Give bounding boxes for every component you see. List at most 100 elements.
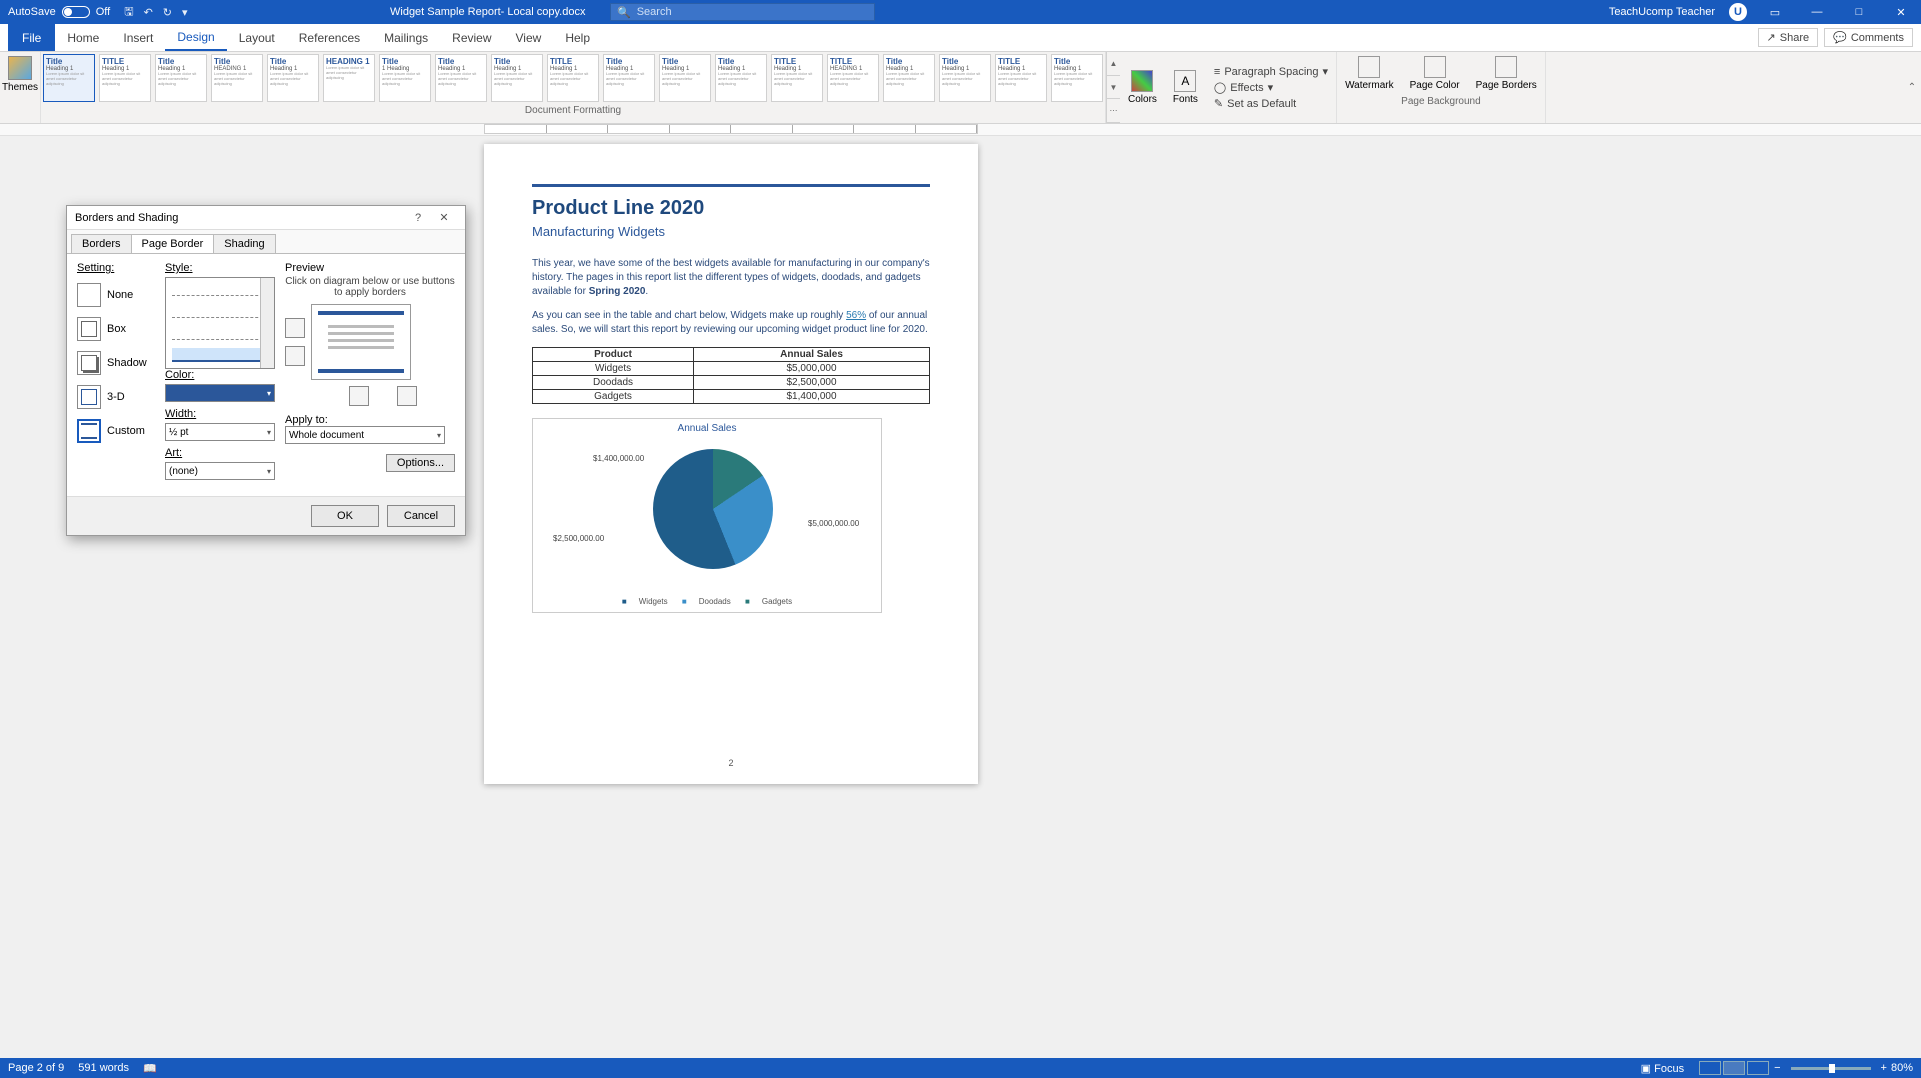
user-name[interactable]: TeachUcomp Teacher	[1609, 6, 1715, 18]
zoom-in-icon[interactable]: +	[1881, 1062, 1887, 1074]
scrollbar[interactable]	[260, 278, 274, 368]
focus-mode-button[interactable]: ▣ Focus	[1641, 1062, 1684, 1075]
style-thumb[interactable]: Title1 HeadingLorem ipsum dolor sit amet…	[379, 54, 431, 102]
style-thumb[interactable]: TITLEHeading 1Lorem ipsum dolor sit amet…	[995, 54, 1047, 102]
style-thumb[interactable]: TITLEHeading 1Lorem ipsum dolor sit amet…	[99, 54, 151, 102]
ok-button[interactable]: OK	[311, 505, 379, 527]
comments-button[interactable]: 💬Comments	[1824, 28, 1913, 47]
maximize-icon[interactable]: □	[1845, 6, 1873, 18]
paragraph-spacing-button[interactable]: ≡Paragraph Spacing▾	[1214, 65, 1328, 78]
tab-layout[interactable]: Layout	[227, 24, 287, 51]
tab-design[interactable]: Design	[165, 24, 226, 51]
ruler[interactable]	[0, 124, 1921, 136]
read-mode-icon[interactable]	[1699, 1061, 1721, 1075]
document-page[interactable]: Product Line 2020 Manufacturing Widgets …	[484, 144, 978, 784]
redo-icon[interactable]: ↻	[163, 6, 172, 19]
zoom-level[interactable]: 80%	[1891, 1062, 1913, 1074]
setting-3d[interactable]: 3-D	[77, 380, 155, 414]
tab-mailings[interactable]: Mailings	[372, 24, 440, 51]
watermark-button[interactable]: Watermark	[1337, 52, 1402, 95]
applyto-dropdown[interactable]: Whole document▾	[285, 426, 445, 444]
width-dropdown[interactable]: ½ pt▾	[165, 423, 275, 441]
page-borders-button[interactable]: Page Borders	[1468, 52, 1545, 95]
preview-diagram[interactable]	[311, 304, 411, 380]
style-thumb[interactable]: TitleHeading 1Lorem ipsum dolor sit amet…	[939, 54, 991, 102]
style-thumb[interactable]: TitleHeading 1Lorem ipsum dolor sit amet…	[491, 54, 543, 102]
style-thumb[interactable]: TitleHeading 1Lorem ipsum dolor sit amet…	[1051, 54, 1103, 102]
set-default-button[interactable]: ✎Set as Default	[1214, 97, 1328, 110]
save-icon[interactable]: 🖫	[124, 3, 133, 22]
page-indicator[interactable]: Page 2 of 9	[8, 1062, 64, 1074]
page-color-button[interactable]: Page Color	[1402, 52, 1468, 95]
minimize-icon[interactable]: —	[1803, 6, 1831, 18]
qat-customize-icon[interactable]: ▾	[182, 6, 188, 19]
tab-insert[interactable]: Insert	[111, 24, 165, 51]
word-count[interactable]: 591 words	[78, 1062, 129, 1074]
help-icon[interactable]: ?	[405, 212, 431, 224]
themes-button[interactable]: Themes	[0, 52, 40, 97]
gallery-up-icon[interactable]: ▲	[1107, 52, 1120, 76]
style-thumb[interactable]: TitleHeading 1Lorem ipsum dolor sit amet…	[603, 54, 655, 102]
setting-custom[interactable]: Custom	[77, 414, 155, 448]
close-icon[interactable]: ✕	[431, 211, 457, 224]
share-button[interactable]: ↗Share	[1758, 28, 1819, 47]
undo-icon[interactable]: ↶	[144, 6, 153, 19]
autosave-toggle[interactable]: AutoSave Off	[8, 6, 110, 18]
fonts-button[interactable]: AFonts	[1165, 52, 1206, 123]
print-layout-icon[interactable]	[1723, 1061, 1745, 1075]
style-thumb[interactable]: HEADING 1Lorem ipsum dolor sit amet cons…	[323, 54, 375, 102]
setting-shadow[interactable]: Shadow	[77, 346, 155, 380]
dialog-tab-page-border[interactable]: Page Border	[131, 234, 215, 253]
tab-references[interactable]: References	[287, 24, 372, 51]
close-icon[interactable]: ✕	[1887, 6, 1915, 19]
user-avatar-icon[interactable]: U	[1729, 3, 1747, 21]
border-top-button[interactable]	[285, 318, 305, 338]
spellcheck-icon[interactable]: 📖	[143, 1062, 157, 1075]
tab-home[interactable]: Home	[55, 24, 111, 51]
style-thumb[interactable]: TitleHEADING 1Lorem ipsum dolor sit amet…	[211, 54, 263, 102]
options-button[interactable]: Options...	[386, 454, 455, 472]
style-thumb[interactable]: TITLEHeading 1Lorem ipsum dolor sit amet…	[771, 54, 823, 102]
style-listbox[interactable]	[165, 277, 275, 369]
style-thumb[interactable]: TITLEHeading 1Lorem ipsum dolor sit amet…	[547, 54, 599, 102]
table-header: Annual Sales	[694, 348, 930, 362]
gallery-scroll[interactable]: ▲ ▼ ⋯	[1106, 52, 1120, 123]
dialog-tab-borders[interactable]: Borders	[71, 234, 132, 253]
style-thumb[interactable]: TitleHeading 1Lorem ipsum dolor sit amet…	[659, 54, 711, 102]
effects-button[interactable]: ◯Effects▾	[1214, 81, 1328, 94]
style-gallery[interactable]: TitleHeading 1Lorem ipsum dolor sit amet…	[41, 52, 1105, 104]
setting-box[interactable]: Box	[77, 312, 155, 346]
zoom-slider[interactable]	[1791, 1067, 1871, 1070]
border-right-button[interactable]	[397, 386, 417, 406]
page-color-icon	[1424, 56, 1446, 78]
style-thumb[interactable]: TitleHeading 1Lorem ipsum dolor sit amet…	[155, 54, 207, 102]
style-thumb[interactable]: TitleHeading 1Lorem ipsum dolor sit amet…	[267, 54, 319, 102]
tab-help[interactable]: Help	[553, 24, 602, 51]
tab-view[interactable]: View	[504, 24, 554, 51]
style-thumb[interactable]: TitleHeading 1Lorem ipsum dolor sit amet…	[883, 54, 935, 102]
colors-button[interactable]: Colors	[1120, 52, 1165, 123]
setting-none[interactable]: None	[77, 278, 155, 312]
cancel-button[interactable]: Cancel	[387, 505, 455, 527]
gallery-down-icon[interactable]: ▼	[1107, 76, 1120, 100]
style-thumb[interactable]: TitleHeading 1Lorem ipsum dolor sit amet…	[435, 54, 487, 102]
search-input[interactable]: 🔍 Search	[610, 3, 875, 21]
border-bottom-button[interactable]	[285, 346, 305, 366]
zoom-out-icon[interactable]: −	[1774, 1062, 1780, 1074]
ribbon-display-icon[interactable]: ▭	[1761, 6, 1789, 19]
hyperlink[interactable]: 56%	[846, 310, 866, 321]
web-layout-icon[interactable]	[1747, 1061, 1769, 1075]
style-thumb[interactable]: TITLEHEADING 1Lorem ipsum dolor sit amet…	[827, 54, 879, 102]
tab-review[interactable]: Review	[440, 24, 503, 51]
pie-chart[interactable]: Annual Sales $5,000,000.00 $2,500,000.00…	[532, 418, 882, 613]
style-thumb[interactable]: TitleHeading 1Lorem ipsum dolor sit amet…	[43, 54, 95, 102]
tab-file[interactable]: File	[8, 24, 55, 51]
gallery-more-icon[interactable]: ⋯	[1107, 99, 1120, 123]
collapse-ribbon-icon[interactable]: ⌃	[1903, 52, 1921, 123]
art-dropdown[interactable]: (none)▾	[165, 462, 275, 480]
dialog-tab-shading[interactable]: Shading	[213, 234, 275, 253]
color-dropdown[interactable]: ▾	[165, 384, 275, 402]
border-left-button[interactable]	[349, 386, 369, 406]
style-thumb[interactable]: TitleHeading 1Lorem ipsum dolor sit amet…	[715, 54, 767, 102]
sales-table: ProductAnnual Sales Widgets$5,000,000 Do…	[532, 347, 930, 404]
